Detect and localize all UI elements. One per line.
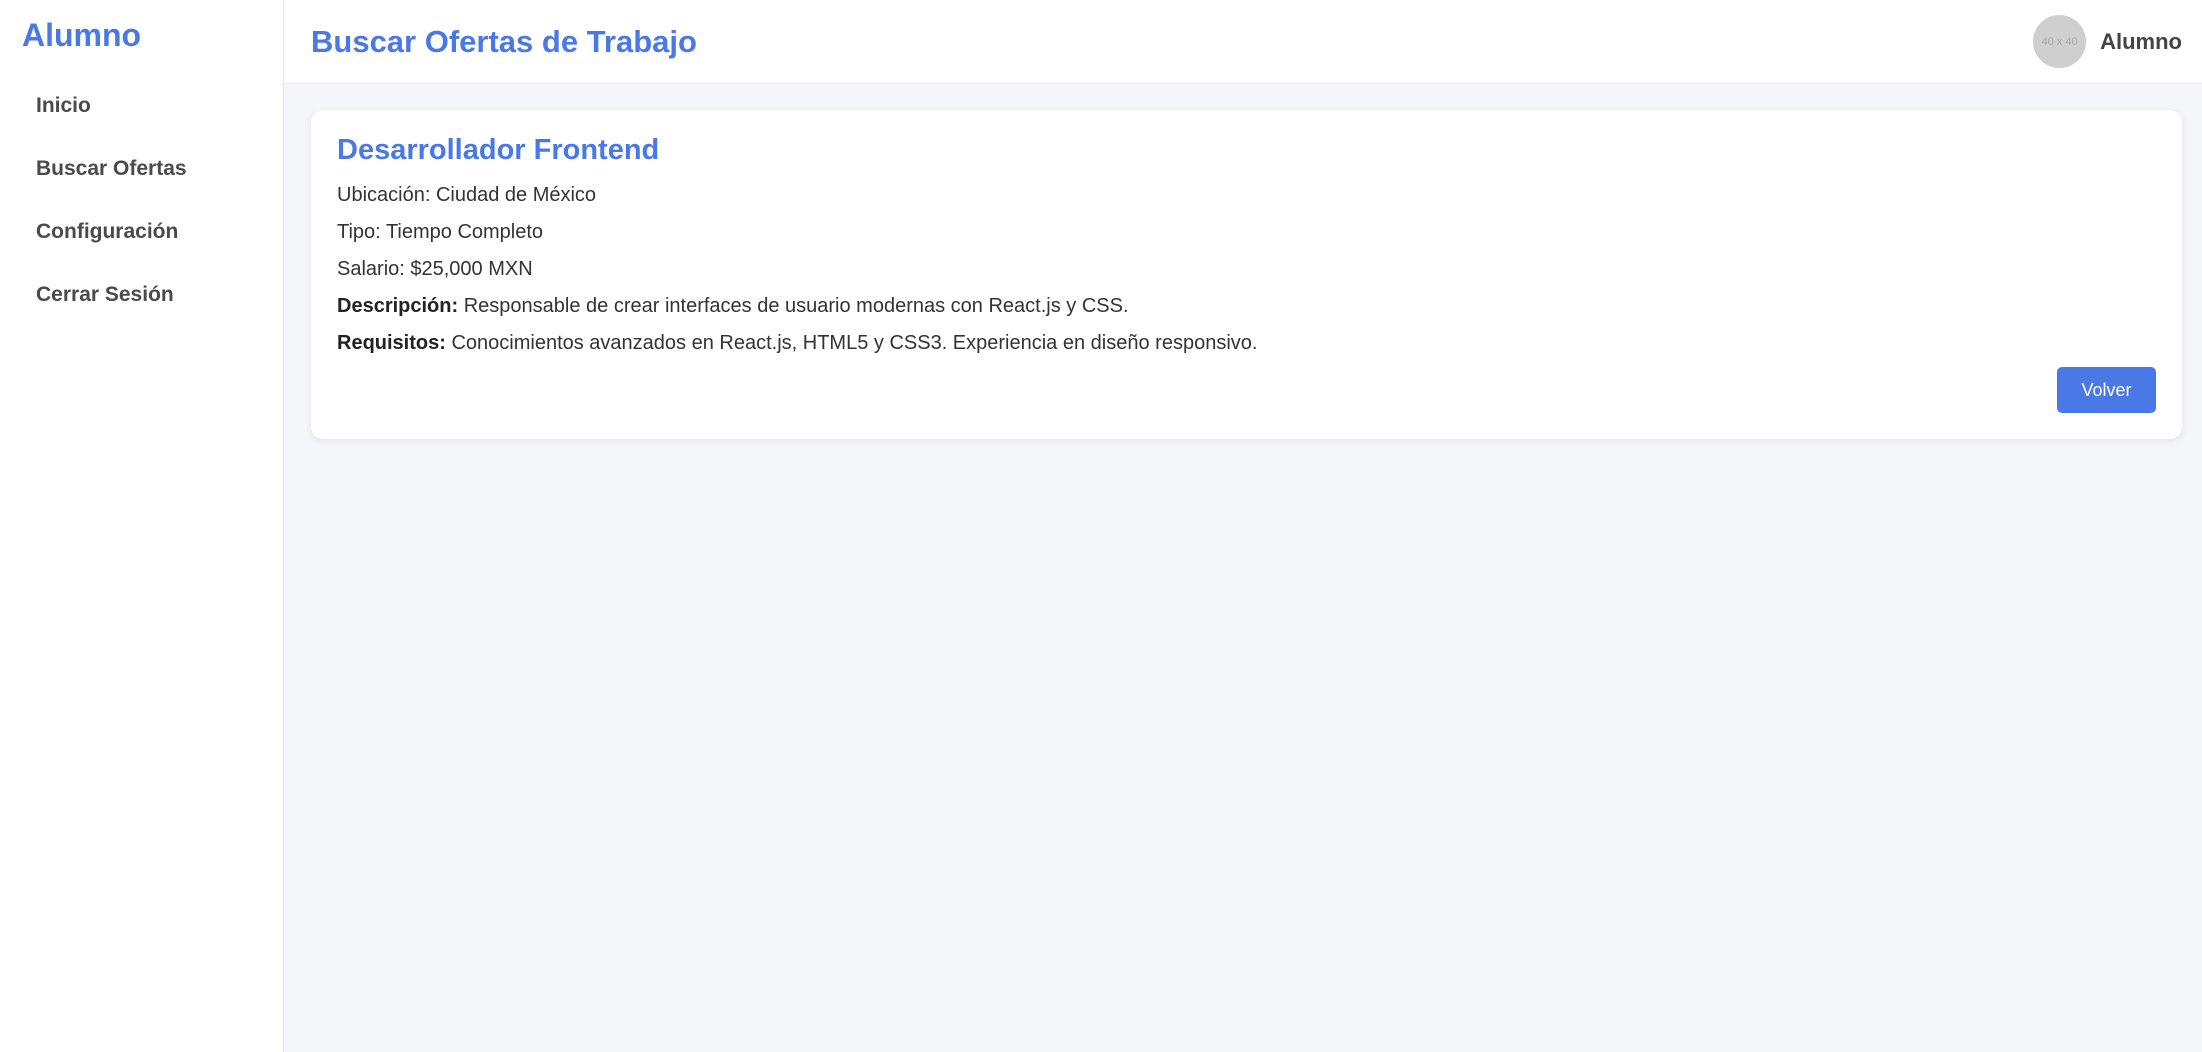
sidebar: Alumno Inicio Buscar Ofertas Configuraci… — [0, 0, 284, 1052]
job-type-value: Tiempo Completo — [385, 221, 544, 243]
content: Desarrollador Frontend Ubicación: Ciudad… — [284, 84, 2202, 439]
sidebar-item-inicio[interactable]: Inicio — [0, 90, 283, 153]
sidebar-item-cerrar-sesion[interactable]: Cerrar Sesión — [0, 279, 283, 342]
brand-title: Alumno — [22, 17, 142, 53]
user-name: Alumno — [2100, 28, 2182, 54]
job-location: Ubicación: Ciudad de México — [337, 177, 2156, 214]
job-requirements: Requisitos: Conocimientos avanzados en R… — [337, 325, 2156, 362]
job-requirements-label: Requisitos: — [337, 332, 446, 354]
main-area: Buscar Ofertas de Trabajo 40 x 40 Alumno… — [284, 0, 2202, 1052]
page-title: Buscar Ofertas de Trabajo — [311, 23, 697, 59]
job-type: Tipo: Tiempo Completo — [337, 214, 2156, 251]
sidebar-nav: Inicio Buscar Ofertas Configuración Cerr… — [0, 72, 283, 342]
job-salary-label: Salario: — [337, 258, 405, 280]
job-description-value: Responsable de crear interfaces de usuar… — [463, 295, 1129, 317]
app: Alumno Inicio Buscar Ofertas Configuraci… — [0, 0, 2202, 1052]
job-salary: Salario: $25,000 MXN — [337, 251, 2156, 288]
job-detail-card: Desarrollador Frontend Ubicación: Ciudad… — [311, 110, 2182, 439]
job-description: Descripción: Responsable de crear interf… — [337, 288, 2156, 325]
job-description-label: Descripción: — [337, 295, 459, 317]
job-location-label: Ubicación: — [337, 184, 431, 206]
sidebar-item-configuracion[interactable]: Configuración — [0, 216, 283, 279]
user-menu[interactable]: 40 x 40 Alumno — [2033, 15, 2182, 68]
job-requirements-value: Conocimientos avanzados en React.js, HTM… — [451, 332, 1258, 354]
back-button[interactable]: Volver — [2057, 367, 2156, 413]
top-bar: Buscar Ofertas de Trabajo 40 x 40 Alumno — [284, 0, 2202, 84]
avatar[interactable]: 40 x 40 — [2033, 15, 2087, 68]
job-title: Desarrollador Frontend — [337, 134, 660, 166]
sidebar-item-buscar-ofertas[interactable]: Buscar Ofertas — [0, 153, 283, 216]
job-salary-value: $25,000 MXN — [410, 258, 533, 280]
job-location-value: Ciudad de México — [435, 184, 597, 206]
job-type-label: Tipo: — [337, 221, 381, 243]
